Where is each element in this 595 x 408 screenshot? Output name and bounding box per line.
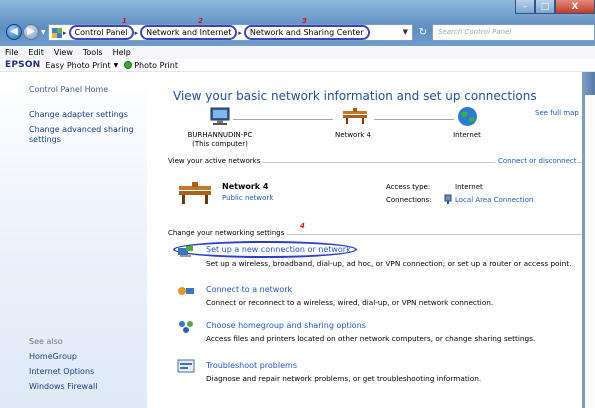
setup-connection-desc: Set up a wireless, broadband, dial-up, a… [206, 259, 572, 268]
active-networks-heading: View your active networks [168, 157, 264, 165]
node-computer-label: BURHANNUDIN-PC [187, 131, 253, 139]
sidebar-internet-options[interactable]: Internet Options [29, 367, 94, 377]
connect-network-icon [178, 287, 194, 295]
see-also-heading: See also [29, 337, 63, 346]
menu-tools[interactable]: Tools [83, 48, 103, 57]
search-input[interactable]: Search Control Panel [432, 24, 595, 41]
annotation-1: 1 [122, 17, 127, 25]
local-area-connection-link[interactable]: Local Area Connection [455, 196, 533, 204]
network-type-link[interactable]: Public network [222, 194, 273, 202]
connector-line [233, 119, 333, 120]
globe-icon [458, 107, 477, 126]
address-bar[interactable]: ▸ Control Panel ▸ Network and Internet ▸… [48, 24, 413, 41]
sidebar-windows-firewall[interactable]: Windows Firewall [29, 382, 97, 392]
sidebar-control-panel-home[interactable]: Control Panel Home [29, 85, 108, 95]
homegroup-sharing-desc: Access files and printers located on oth… [206, 334, 536, 343]
new-connection-icon [178, 246, 193, 257]
sidebar-homegroup[interactable]: HomeGroup [29, 352, 77, 362]
address-dropdown-icon[interactable]: ▼ [403, 28, 408, 36]
access-type-value: Internet [455, 183, 483, 191]
troubleshoot-icon [177, 359, 195, 373]
connections-label: Connections: [386, 196, 432, 204]
homegroup-icon [179, 321, 193, 333]
menu-view[interactable]: View [54, 48, 73, 57]
sidebar-change-advanced-sharing[interactable]: Change advanced sharing settings [29, 125, 139, 145]
photo-print-icon [124, 61, 133, 69]
node-network-label: Network 4 [335, 131, 371, 139]
background-window [585, 95, 595, 408]
close-button[interactable]: X [555, 0, 595, 14]
setup-connection-link[interactable]: Set up a new connection or network [206, 245, 351, 254]
menu-help[interactable]: Help [113, 48, 131, 57]
annotation-4: 4 [300, 222, 305, 230]
chevron-right-icon: ▸ [63, 28, 67, 37]
minimize-button[interactable]: – [515, 0, 535, 14]
refresh-button[interactable]: ↻ [415, 25, 431, 40]
computer-icon [210, 107, 230, 125]
easy-photo-print-button[interactable]: Easy Photo Print [45, 61, 110, 70]
ethernet-icon [444, 194, 452, 204]
active-network-name: Network 4 [222, 182, 269, 191]
photo-print-button[interactable]: Photo Print [134, 61, 178, 70]
connect-or-disconnect-link[interactable]: Connect or disconnect [495, 157, 577, 165]
menu-file[interactable]: File [5, 48, 18, 57]
control-panel-icon [52, 27, 62, 38]
node-internet-label: Internet [453, 131, 481, 139]
breadcrumb-control-panel[interactable]: Control Panel [68, 25, 134, 40]
connect-to-network-link[interactable]: Connect to a network [206, 285, 292, 294]
chevron-down-icon[interactable]: ▼ [114, 62, 119, 69]
refresh-icon: ↻ [418, 27, 428, 38]
homegroup-sharing-link[interactable]: Choose homegroup and sharing options [206, 321, 366, 330]
window-controls: – □ X [515, 0, 595, 16]
forward-button[interactable]: ▶ [23, 24, 39, 40]
history-dropdown-icon[interactable]: ▼ [41, 29, 46, 36]
bench-icon [343, 108, 367, 124]
menu-edit[interactable]: Edit [28, 48, 44, 57]
epson-toolbar: EPSON Easy Photo Print ▼ Photo Print [0, 59, 595, 72]
change-settings-heading: Change your networking settings [168, 229, 288, 237]
troubleshoot-link[interactable]: Troubleshoot problems [206, 361, 297, 370]
menu-bar: File Edit View Tools Help [0, 46, 595, 59]
see-full-map-link[interactable]: See full map [535, 109, 579, 117]
annotation-3: 3 [302, 17, 307, 25]
breadcrumb-network-and-sharing-center[interactable]: Network and Sharing Center [243, 25, 370, 40]
connector-line [374, 119, 454, 120]
maximize-button[interactable]: □ [535, 0, 555, 14]
chevron-right-icon: ▸ [134, 28, 139, 37]
node-computer-sub: (This computer) [192, 140, 248, 148]
back-button[interactable]: ◀ [6, 24, 22, 40]
annotation-2: 2 [198, 17, 203, 25]
sidebar-change-adapter-settings[interactable]: Change adapter settings [29, 110, 128, 120]
troubleshoot-desc: Diagnose and repair network problems, or… [206, 374, 482, 383]
arrow-left-icon: ◀ [10, 26, 18, 37]
bench-icon [179, 182, 211, 204]
epson-logo: EPSON [5, 60, 41, 70]
connect-to-network-desc: Connect or reconnect to a wireless, wire… [206, 298, 494, 307]
chevron-right-icon: ▸ [238, 28, 242, 37]
page-title: View your basic network information and … [173, 89, 537, 103]
access-type-label: Access type: [386, 183, 431, 191]
arrow-right-icon: ▶ [27, 26, 35, 37]
breadcrumb-network-and-internet[interactable]: Network and Internet [140, 25, 238, 40]
